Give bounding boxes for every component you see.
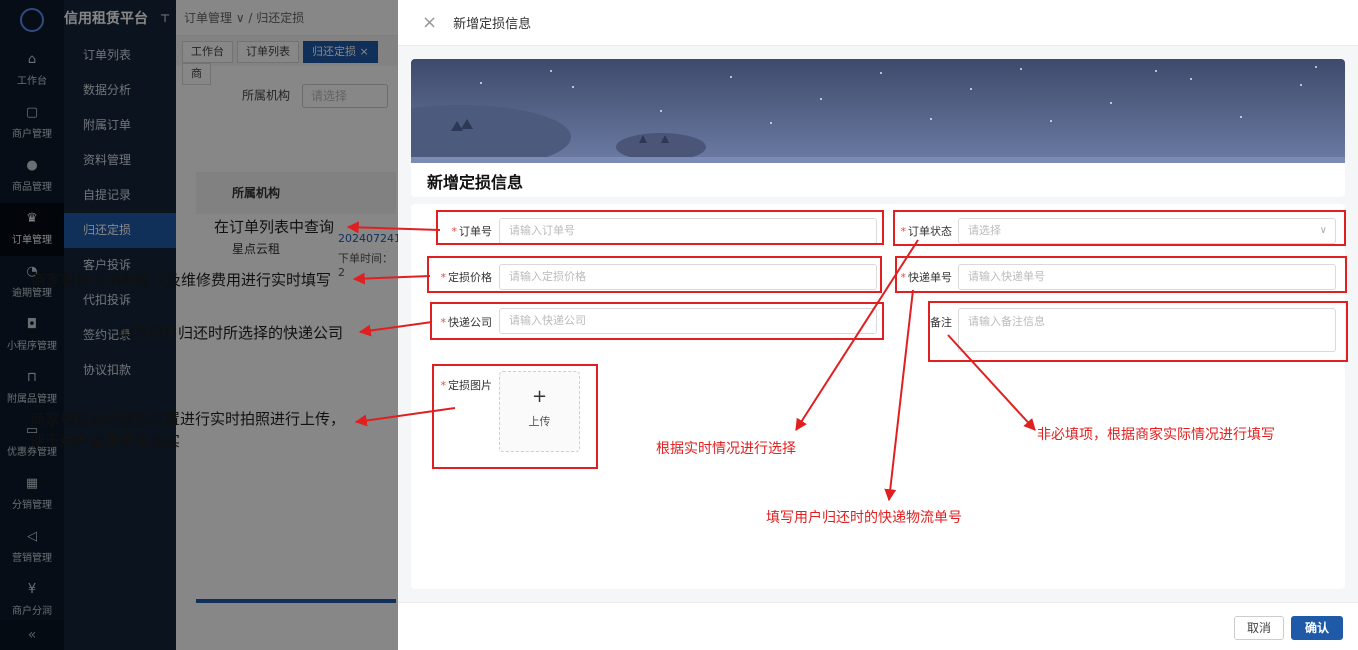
form-title: 新增定损信息: [427, 173, 524, 192]
annotation-images-line1: 商家根据商品破损位置进行实时拍照进行上传，: [30, 410, 346, 428]
highlight-remark: [928, 301, 1348, 362]
close-icon[interactable]: ×: [422, 12, 437, 33]
night-banner-image: [411, 59, 1345, 163]
banner-card: 新增定损信息: [411, 59, 1345, 197]
confirm-button[interactable]: 确认: [1291, 616, 1343, 640]
drawer-footer: 取消 确认: [398, 602, 1358, 650]
annotation-images-line2: 便于用户查看是否真实: [30, 432, 181, 450]
highlight-price: [427, 256, 882, 293]
highlight-tracking: [895, 256, 1347, 293]
annotation-tracking: 填写用户归还时的快递物流单号: [766, 510, 962, 526]
highlight-order-no: [436, 210, 884, 245]
drawer-title: 新增定损信息: [453, 17, 532, 32]
annotation-status: 根据实时情况进行选择: [656, 441, 796, 457]
annotation-order-no: 在订单列表中查询: [214, 218, 335, 236]
annotation-remark: 非必填项，根据商家实际情况进行填写: [1037, 427, 1275, 443]
highlight-courier: [430, 302, 884, 340]
cancel-button[interactable]: 取消: [1234, 616, 1284, 640]
annotation-courier: 填写用户归还时所选择的快递公司: [118, 324, 344, 342]
annotation-price: 商家根据破损程度以及维修费用进行实时填写: [31, 271, 332, 289]
highlight-images: [432, 364, 598, 469]
drawer-header: × 新增定损信息: [398, 0, 1358, 46]
highlight-status: [893, 210, 1346, 246]
